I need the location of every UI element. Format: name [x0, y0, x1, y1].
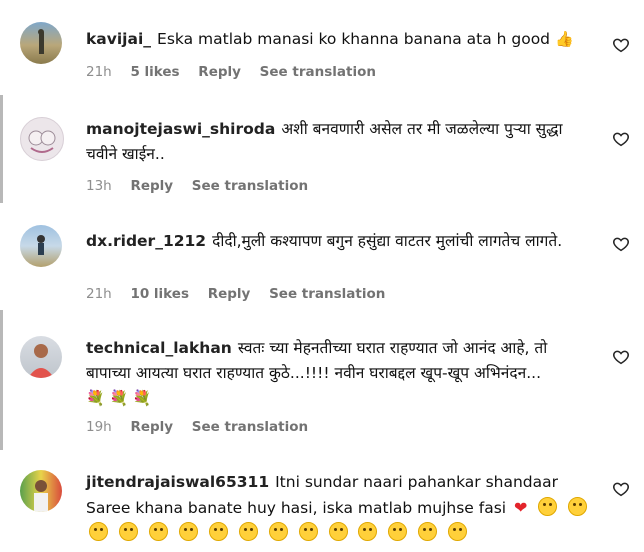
- comment-username[interactable]: kavijai_: [86, 30, 151, 48]
- kiss-emoji-icon: [298, 522, 318, 541]
- avatar[interactable]: [20, 225, 62, 267]
- comment-4: technical_lakhan स्वतः च्या मेहनतीच्या घर…: [0, 310, 644, 450]
- comment-time: 21h: [86, 64, 112, 80]
- see-translation-button[interactable]: See translation: [269, 286, 385, 302]
- reply-button[interactable]: Reply: [208, 286, 251, 302]
- smile-emoji-icon: [448, 522, 468, 541]
- smile-emoji-icon: [178, 522, 198, 541]
- bouquet-icon: 💐 💐 💐: [86, 389, 152, 407]
- comment-username[interactable]: manojtejaswi_shiroda: [86, 120, 275, 138]
- comment-username[interactable]: dx.rider_1212: [86, 232, 206, 250]
- smile-emoji-icon: [89, 522, 108, 541]
- thumbs-up-icon: 👍: [554, 30, 574, 48]
- comment-2: manojtejaswi_shiroda अशी बनवणारी असेल तर …: [0, 100, 644, 205]
- reply-button[interactable]: Reply: [130, 178, 173, 194]
- comment-5: jitendrajaiswal65311 Itni sundar naari pa…: [0, 450, 644, 552]
- reply-button[interactable]: Reply: [130, 419, 173, 435]
- smile-emoji-icon: [418, 522, 438, 541]
- likes-count[interactable]: 10 likes: [130, 286, 189, 302]
- smile-emoji-icon: [118, 522, 138, 541]
- see-translation-button[interactable]: See translation: [260, 64, 376, 80]
- comment-3: dx.rider_1212 दीदी,मुली कश्यापण बगुन हसुं…: [0, 205, 644, 310]
- smile-emoji-icon: [148, 522, 168, 541]
- sunglasses-emoji-icon: [238, 522, 258, 541]
- comment-time: 19h: [86, 419, 112, 435]
- comment-text: Eska matlab manasi ko khanna banana ata …: [157, 30, 551, 48]
- heart-outline-icon[interactable]: [612, 36, 630, 54]
- see-translation-button[interactable]: See translation: [192, 419, 308, 435]
- heart-eyes-emoji-icon: [538, 497, 558, 516]
- kiss-emoji-icon: [328, 522, 348, 541]
- heart-outline-icon[interactable]: [612, 235, 630, 253]
- heart-outline-icon[interactable]: [612, 348, 630, 366]
- comment-time: 21h: [86, 286, 112, 302]
- see-translation-button[interactable]: See translation: [192, 178, 308, 194]
- red-heart-icon: ❤: [514, 498, 528, 517]
- comment-username[interactable]: jitendrajaiswal65311: [86, 473, 269, 491]
- likes-count[interactable]: 5 likes: [130, 64, 179, 80]
- smile-emoji-icon: [208, 522, 228, 541]
- reply-button[interactable]: Reply: [198, 64, 241, 80]
- smile-emoji-icon: [568, 497, 588, 516]
- kiss-emoji-icon: [358, 522, 378, 541]
- smile-emoji-icon: [388, 522, 408, 541]
- heart-outline-icon[interactable]: [612, 130, 630, 148]
- comment-text: दीदी,मुली कश्यापण बगुन हसुंद्या वाटतर मु…: [212, 232, 563, 250]
- heart-outline-icon[interactable]: [612, 480, 630, 498]
- avatar[interactable]: [20, 117, 64, 161]
- comment-time: 13h: [86, 178, 112, 194]
- comment-1: kavijai_ Eska matlab manasi ko khanna ban…: [0, 0, 644, 100]
- avatar[interactable]: [20, 22, 62, 64]
- kiss-emoji-icon: [268, 522, 288, 541]
- avatar[interactable]: [20, 336, 62, 378]
- avatar[interactable]: [20, 470, 62, 512]
- comment-username[interactable]: technical_lakhan: [86, 339, 232, 357]
